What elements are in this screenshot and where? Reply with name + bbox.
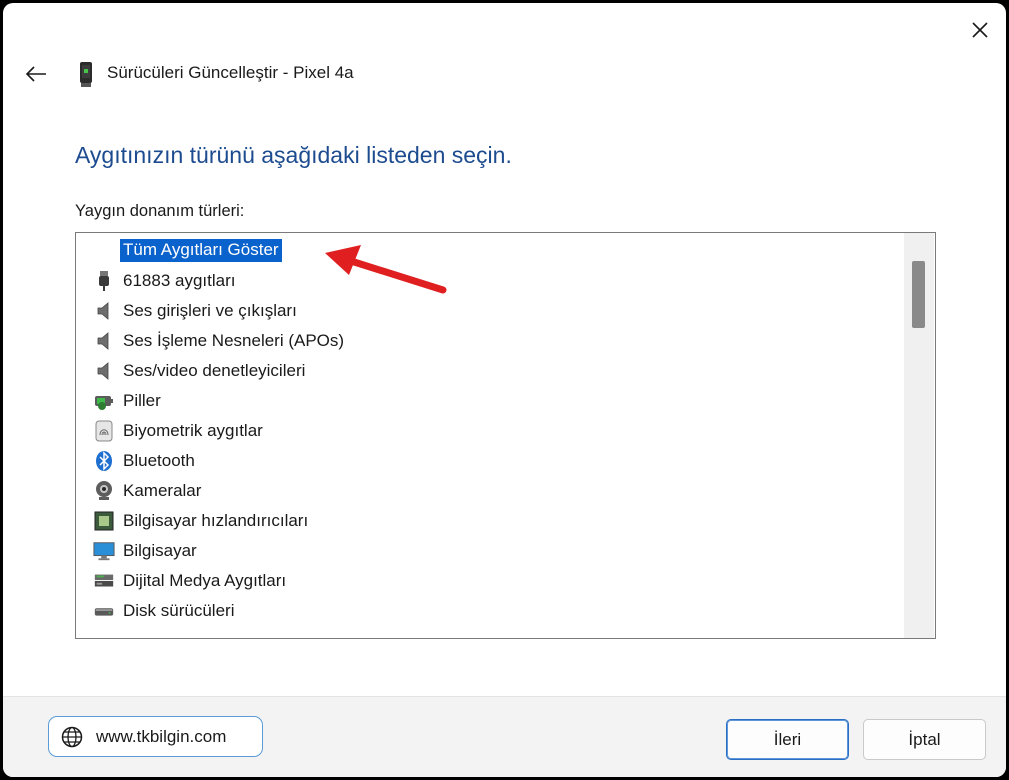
list-item-cameras[interactable]: Kameralar: [76, 476, 896, 506]
website-badge: www.tkbilgin.com: [48, 716, 263, 757]
back-arrow-icon: [25, 66, 46, 82]
list-item-disk-drives[interactable]: Disk sürücüleri: [76, 596, 896, 626]
website-url: www.tkbilgin.com: [96, 727, 227, 746]
list-item-label: Ses girişleri ve çıkışları: [123, 301, 297, 320]
list-item-label: Disk sürücüleri: [123, 601, 235, 620]
list-label: Yaygın donanım türleri:: [75, 202, 245, 220]
speaker-icon: [93, 300, 115, 322]
list-item-computer[interactable]: Bilgisayar: [76, 536, 896, 566]
list-item-show-all-devices[interactable]: Tüm Aygıtları Göster: [76, 236, 896, 266]
list-item-label: Bilgisayar: [123, 541, 197, 560]
monitor-icon: [93, 540, 115, 562]
usb-plug-icon: [93, 270, 115, 292]
hardware-types-listbox[interactable]: Tüm Aygıtları Göster 61883 aygıtları Ses…: [75, 232, 936, 639]
list-item-biometric-devices[interactable]: Biyometrik aygıtlar: [76, 416, 896, 446]
update-drivers-dialog: Sürücüleri Güncelleştir - Pixel 4a Aygıt…: [3, 3, 1006, 777]
phone-device-icon: [80, 62, 92, 87]
list-item-audio-inputs-outputs[interactable]: Ses girişleri ve çıkışları: [76, 296, 896, 326]
list-item-computer-accelerators[interactable]: Bilgisayar hızlandırıcıları: [76, 506, 896, 536]
list-item-label: Piller: [123, 391, 161, 410]
speaker-icon: [93, 330, 115, 352]
disk-drive-icon: [93, 600, 115, 622]
cancel-button[interactable]: İptal: [863, 719, 986, 760]
list-item-label: Ses/video denetleyicileri: [123, 361, 306, 380]
list-item-label: Ses İşleme Nesneleri (APOs): [123, 331, 345, 350]
scrollbar-thumb[interactable]: [912, 261, 925, 328]
back-button[interactable]: [21, 59, 51, 89]
page-heading: Aygıtınızın türünü aşağıdaki listeden se…: [75, 142, 512, 168]
next-button[interactable]: İleri: [726, 719, 849, 760]
annotation-arrow-icon: [325, 245, 447, 294]
list-item-bluetooth[interactable]: Bluetooth: [76, 446, 896, 476]
globe-icon: [61, 726, 83, 748]
list-item-batteries[interactable]: Piller: [76, 386, 896, 416]
close-icon: [972, 22, 988, 38]
fingerprint-icon: [93, 420, 115, 442]
battery-icon: [93, 390, 115, 412]
dialog-footer: www.tkbilgin.com İleri İptal: [3, 696, 1006, 777]
list-item-digital-media-devices[interactable]: Dijital Medya Aygıtları: [76, 566, 896, 596]
list-item-label: Tüm Aygıtları Göster: [120, 239, 282, 262]
list-item-label: Dijital Medya Aygıtları: [123, 571, 287, 590]
listbox-scrollbar[interactable]: [904, 233, 934, 638]
bluetooth-icon: [93, 450, 115, 472]
list-item-audio-processing-objects[interactable]: Ses İşleme Nesneleri (APOs): [76, 326, 896, 356]
list-item-label: Biyometrik aygıtlar: [123, 421, 263, 440]
chip-icon: [93, 510, 115, 532]
close-button[interactable]: [965, 15, 995, 45]
list-item-61883-devices[interactable]: 61883 aygıtları: [76, 266, 896, 296]
list-item-sound-video-controllers[interactable]: Ses/video denetleyicileri: [76, 356, 896, 386]
webcam-icon: [93, 480, 115, 502]
list-item-label: Bluetooth: [123, 451, 195, 470]
list-item-label: Bilgisayar hızlandırıcıları: [123, 511, 309, 530]
window-title: Sürücüleri Güncelleştir - Pixel 4a: [107, 63, 354, 82]
media-device-icon: [93, 570, 115, 592]
list-item-label: 61883 aygıtları: [123, 271, 236, 290]
list-item-label: Kameralar: [123, 481, 202, 500]
speaker-icon: [93, 360, 115, 382]
